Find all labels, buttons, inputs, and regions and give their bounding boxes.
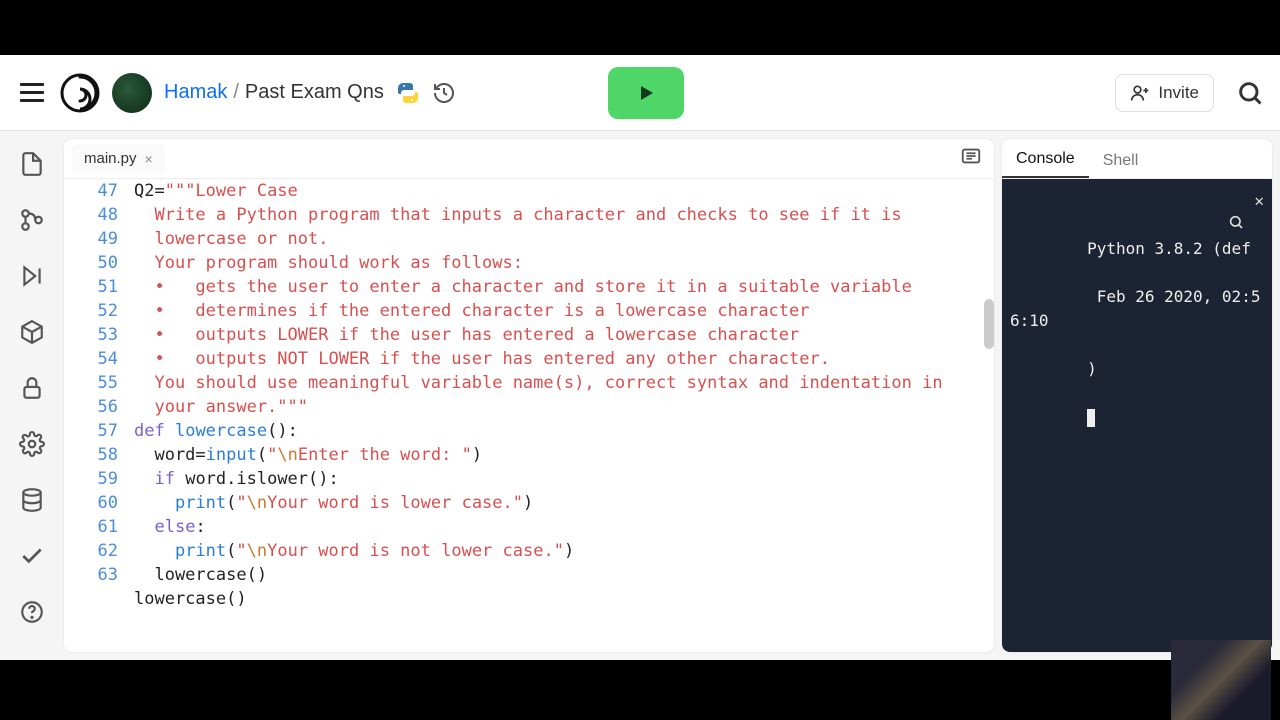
tab-shell[interactable]: Shell: [1089, 144, 1153, 178]
history-icon[interactable]: [432, 81, 456, 105]
tests-icon[interactable]: [19, 543, 45, 569]
line-gutter: 4748495051525354555657585960616263: [64, 179, 134, 652]
markdown-toggle-icon[interactable]: [956, 141, 986, 176]
run-button[interactable]: [608, 67, 684, 119]
tab-main-py[interactable]: main.py ×: [72, 144, 165, 173]
header-bar: Hamak / Past Exam Qns Invite: [0, 55, 1280, 131]
app-root: Hamak / Past Exam Qns Invite: [0, 55, 1280, 660]
version-control-icon[interactable]: [19, 207, 45, 233]
breadcrumb-separator: /: [233, 81, 239, 104]
tab-console[interactable]: Console: [1002, 142, 1089, 178]
settings-icon[interactable]: [19, 431, 45, 457]
database-icon[interactable]: [19, 487, 45, 513]
python-icon: [396, 81, 420, 105]
play-icon: [636, 83, 656, 103]
webcam-overlay: [1171, 640, 1271, 720]
console-close-icon[interactable]: ✕: [1254, 189, 1264, 261]
console-output[interactable]: ✕ Python 3.8.2 (def Feb 26 2020, 02:56:1…: [1002, 179, 1272, 652]
console-tabs: Console Shell: [1002, 139, 1272, 179]
tab-label: main.py: [84, 150, 137, 167]
scrollbar-thumb[interactable]: [984, 299, 994, 349]
breadcrumb-project[interactable]: Past Exam Qns: [245, 81, 384, 104]
search-icon[interactable]: [1236, 79, 1264, 107]
sidebar: [0, 131, 64, 660]
breadcrumb-user[interactable]: Hamak: [164, 81, 227, 104]
user-avatar[interactable]: [112, 73, 152, 113]
console-panel: Console Shell ✕ Python 3.8.2 (def Feb 26…: [1002, 139, 1272, 652]
editor-panel: main.py × 474849505152535455565758596061…: [64, 139, 994, 652]
debugger-icon[interactable]: [19, 263, 45, 289]
replit-logo-icon[interactable]: [60, 73, 100, 113]
invite-icon: [1130, 83, 1150, 103]
files-icon[interactable]: [19, 151, 45, 177]
console-cursor: [1087, 409, 1095, 427]
console-line-2: Feb 26 2020, 02:56:10: [1010, 287, 1260, 330]
menu-icon[interactable]: [16, 79, 48, 106]
packages-icon[interactable]: [19, 319, 45, 345]
workspace: main.py × 474849505152535455565758596061…: [0, 131, 1280, 660]
help-icon[interactable]: [19, 599, 45, 625]
console-line-3: ): [1087, 359, 1097, 378]
console-toolbar: ✕: [1113, 189, 1264, 261]
close-icon[interactable]: ×: [145, 151, 153, 167]
console-search-icon[interactable]: [1113, 189, 1245, 261]
secrets-icon[interactable]: [19, 375, 45, 401]
code-editor[interactable]: 4748495051525354555657585960616263 Q2=""…: [64, 179, 994, 652]
code-content[interactable]: Q2="""Lower Case Write a Python program …: [134, 179, 994, 652]
editor-tabs: main.py ×: [64, 139, 994, 179]
breadcrumb: Hamak / Past Exam Qns: [164, 81, 384, 104]
invite-button[interactable]: Invite: [1115, 74, 1214, 112]
invite-label: Invite: [1158, 83, 1199, 103]
